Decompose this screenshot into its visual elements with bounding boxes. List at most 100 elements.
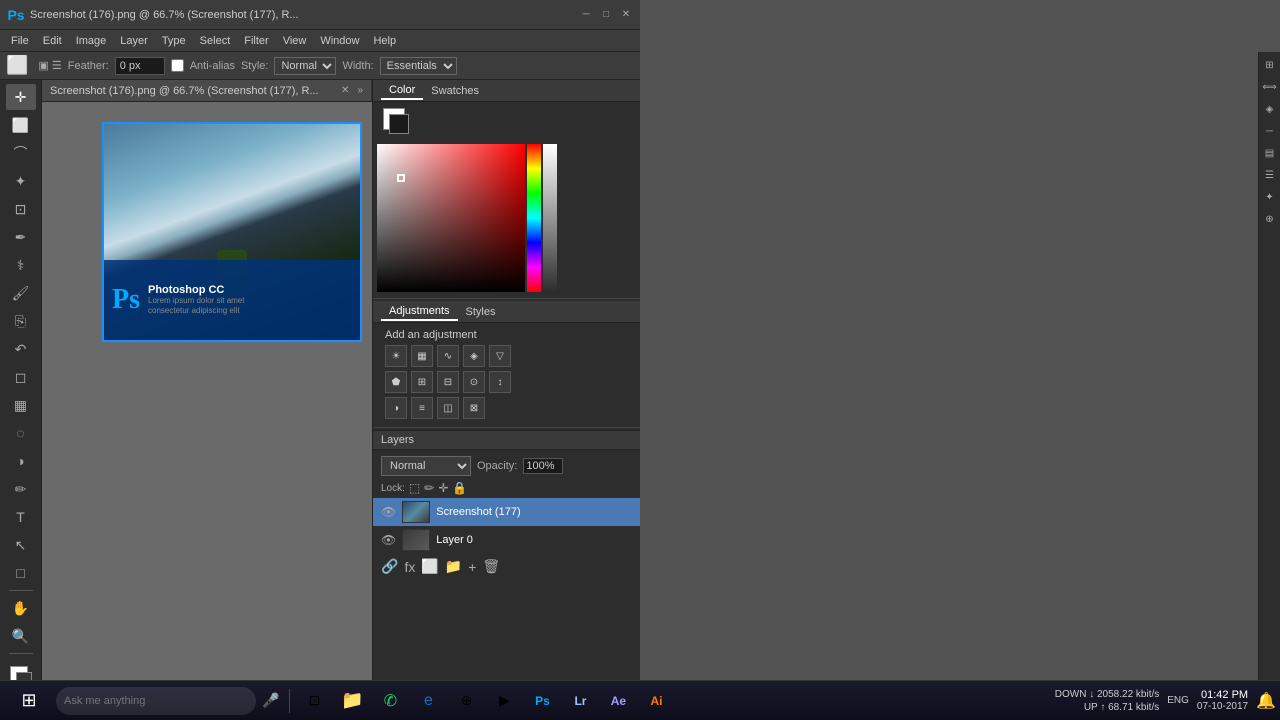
- gradient-map-icon[interactable]: ⊠: [463, 397, 485, 419]
- ai-panel-symbols[interactable]: ✦: [1261, 188, 1279, 206]
- blend-mode-select[interactable]: Normal: [381, 456, 471, 476]
- styles-tab[interactable]: Styles: [458, 304, 504, 320]
- eraser-tool[interactable]: ◻: [6, 364, 36, 390]
- opacity-bar[interactable]: [543, 144, 557, 292]
- rectangular-marquee-tool[interactable]: ⬜: [6, 112, 36, 138]
- lock-all-icon[interactable]: 🔒: [452, 481, 467, 495]
- taskbar-search[interactable]: [56, 687, 256, 715]
- style-select[interactable]: Normal: [274, 57, 336, 75]
- color-tab[interactable]: Color: [381, 82, 423, 100]
- ai-panel-transform[interactable]: ⊞: [1261, 56, 1279, 74]
- ai-panel-appearance[interactable]: ☰: [1261, 166, 1279, 184]
- ps-menu-view[interactable]: View: [276, 33, 314, 49]
- black-white-icon[interactable]: ⊟: [437, 371, 459, 393]
- path-selection-tool[interactable]: ↖: [6, 532, 36, 558]
- hand-tool[interactable]: ✋: [6, 595, 36, 621]
- taskbar-ai[interactable]: Ai: [638, 683, 674, 719]
- photo-filter-icon[interactable]: ⊙: [463, 371, 485, 393]
- move-tool[interactable]: ✛: [6, 84, 36, 110]
- ps-menu-type[interactable]: Type: [155, 33, 193, 49]
- document-tab[interactable]: Screenshot (176).png @ 66.7% (Screenshot…: [42, 80, 372, 102]
- history-brush-tool[interactable]: ↶: [6, 336, 36, 362]
- antialias-checkbox[interactable]: [171, 59, 184, 72]
- lock-position-icon[interactable]: ✛: [438, 481, 448, 495]
- color-spectrum-bar[interactable]: [527, 144, 541, 292]
- lock-transparent-icon[interactable]: ⬚: [409, 481, 420, 495]
- lasso-tool[interactable]: ⌒: [6, 140, 36, 166]
- taskbar-media[interactable]: ▶: [486, 683, 522, 719]
- type-tool[interactable]: T: [6, 504, 36, 530]
- taskbar-chrome[interactable]: ⊕: [448, 683, 484, 719]
- curves-icon[interactable]: ∿: [437, 345, 459, 367]
- threshold-icon[interactable]: ◫: [437, 397, 459, 419]
- eyedropper-tool[interactable]: ✒: [6, 224, 36, 250]
- swatches-tab[interactable]: Swatches: [423, 83, 487, 99]
- taskbar-ae[interactable]: Ae: [600, 683, 636, 719]
- ps-close-button[interactable]: ✕: [618, 7, 634, 23]
- ai-panel-align[interactable]: ⟺: [1261, 78, 1279, 96]
- layer-visibility-toggle-2[interactable]: 👁: [381, 533, 396, 547]
- exposure-icon[interactable]: ◈: [463, 345, 485, 367]
- invert-icon[interactable]: ◑: [385, 397, 407, 419]
- add-mask-icon[interactable]: ⬜: [421, 558, 438, 575]
- ps-menu-image[interactable]: Image: [69, 33, 114, 49]
- brightness-contrast-icon[interactable]: ☀: [385, 345, 407, 367]
- layer-visibility-toggle[interactable]: 👁: [381, 505, 396, 519]
- ps-menu-file[interactable]: File: [4, 33, 36, 49]
- ai-panel-stroke[interactable]: ─: [1261, 122, 1279, 140]
- adjustments-tab[interactable]: Adjustments: [381, 303, 458, 321]
- layer-thumb-image-2: [403, 530, 429, 550]
- add-layer-style-icon[interactable]: fx: [404, 559, 415, 575]
- ps-maximize-button[interactable]: □: [598, 7, 614, 23]
- start-button[interactable]: ⊞: [4, 685, 54, 717]
- dodge-tool[interactable]: ◑: [6, 448, 36, 474]
- channel-mixer-icon[interactable]: ↕: [489, 371, 511, 393]
- lock-image-icon[interactable]: ✏: [424, 481, 434, 495]
- brush-tool[interactable]: 🖌: [6, 280, 36, 306]
- pen-tool[interactable]: ✏: [6, 476, 36, 502]
- rectangle-shape-tool[interactable]: □: [6, 560, 36, 586]
- notifications-icon[interactable]: 🔔: [1256, 691, 1276, 711]
- hue-saturation-icon[interactable]: ⬟: [385, 371, 407, 393]
- bg-swatch[interactable]: [389, 114, 409, 134]
- taskbar-taskview[interactable]: ⊡: [296, 683, 332, 719]
- color-gradient-box[interactable]: [377, 144, 525, 292]
- ai-panel-pathfinder[interactable]: ◈: [1261, 100, 1279, 118]
- gradient-tool[interactable]: ▦: [6, 392, 36, 418]
- ps-menu-layer[interactable]: Layer: [113, 33, 155, 49]
- healing-brush-tool[interactable]: ⚕: [6, 252, 36, 278]
- blur-tool[interactable]: ◌: [6, 420, 36, 446]
- new-group-icon[interactable]: 📁: [445, 558, 462, 575]
- vibrance-icon[interactable]: ▽: [489, 345, 511, 367]
- ps-menu-edit[interactable]: Edit: [36, 33, 69, 49]
- taskbar-ps[interactable]: Ps: [524, 683, 560, 719]
- ps-menu-select[interactable]: Select: [193, 33, 238, 49]
- color-balance-icon[interactable]: ⊞: [411, 371, 433, 393]
- taskbar-whatsapp[interactable]: ✆: [372, 683, 408, 719]
- zoom-tool[interactable]: 🔍: [6, 623, 36, 649]
- ps-menu-filter[interactable]: Filter: [237, 33, 275, 49]
- delete-layer-icon[interactable]: 🗑: [482, 558, 500, 575]
- ps-menu-help[interactable]: Help: [366, 33, 403, 49]
- feather-input[interactable]: [115, 57, 165, 75]
- clone-stamp-tool[interactable]: ⎘: [6, 308, 36, 334]
- taskbar-explorer[interactable]: 📁: [334, 683, 370, 719]
- new-layer-icon[interactable]: +: [468, 559, 476, 575]
- opacity-input[interactable]: [523, 458, 563, 474]
- ps-minimize-button[interactable]: ─: [578, 7, 594, 23]
- panels-expand-icon[interactable]: »: [357, 85, 363, 96]
- link-layers-icon[interactable]: 🔗: [381, 558, 398, 575]
- microphone-icon[interactable]: 🎤: [262, 692, 279, 709]
- document-tab-close[interactable]: ✕: [341, 85, 349, 96]
- taskbar-ie[interactable]: e: [410, 683, 446, 719]
- levels-icon[interactable]: ▦: [411, 345, 433, 367]
- ai-panel-zoom[interactable]: ⊕: [1261, 210, 1279, 228]
- taskbar-lr[interactable]: Lr: [562, 683, 598, 719]
- ps-menu-window[interactable]: Window: [313, 33, 366, 49]
- posterize-icon[interactable]: ≡: [411, 397, 433, 419]
- width-select[interactable]: Essentials: [380, 57, 457, 75]
- quick-select-tool[interactable]: ✦: [6, 168, 36, 194]
- ai-panel-gradient[interactable]: ▤: [1261, 144, 1279, 162]
- fg-bg-swatch[interactable]: [381, 106, 411, 136]
- crop-tool[interactable]: ⊡: [6, 196, 36, 222]
